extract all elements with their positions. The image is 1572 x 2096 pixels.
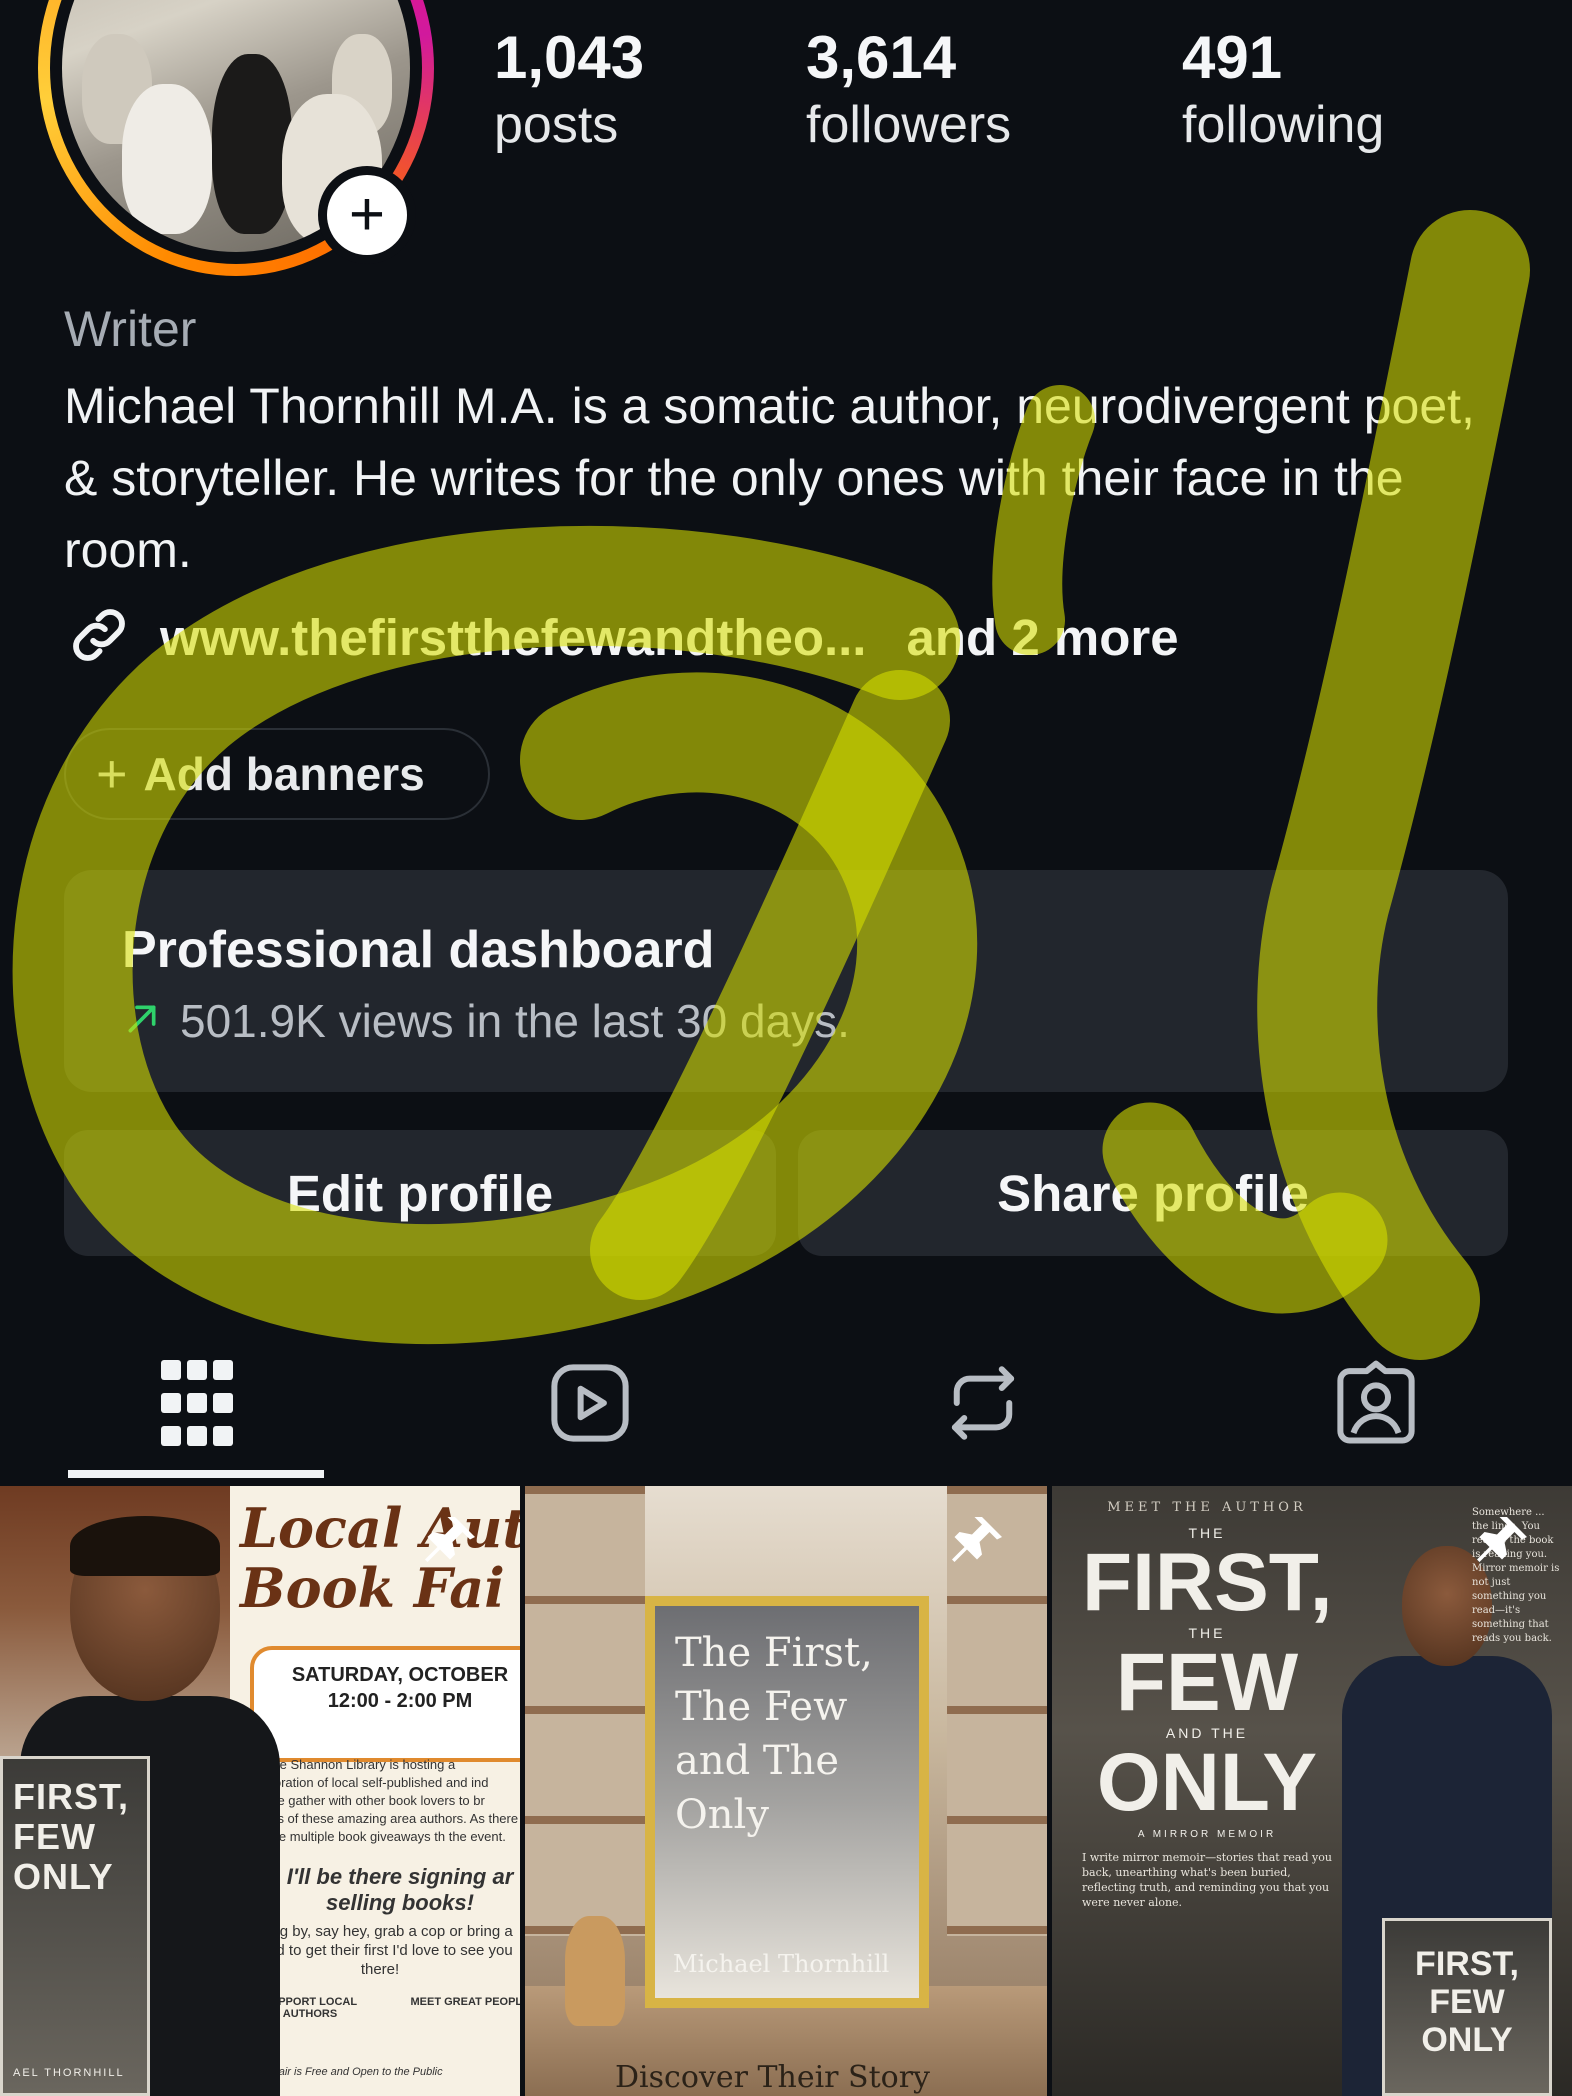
link-more[interactable]: and 2 more [906, 608, 1178, 667]
posts-value: 1,043 [494, 24, 645, 91]
link-icon [64, 600, 134, 675]
poster-only: ONLY [1096, 1737, 1318, 1828]
plus-icon: + [96, 744, 128, 804]
add-banners-button[interactable]: + Add banners [64, 728, 490, 820]
pin-icon [420, 1512, 480, 1577]
pin-icon [1472, 1512, 1532, 1577]
dashboard-title: Professional dashboard [122, 921, 715, 979]
repost-icon [938, 1358, 1028, 1453]
plus-icon: + [327, 175, 407, 255]
poster-first: FIRST, [1082, 1537, 1333, 1628]
grid-icon [159, 1358, 235, 1453]
dashboard-subtitle: 501.9K views in the last 30 days. [180, 995, 850, 1047]
tagged-icon [1331, 1358, 1421, 1453]
followers-count[interactable]: 3,614 followers [806, 22, 1011, 156]
book-poster: MEET THE AUTHOR THE FIRST, THE FEW AND T… [1082, 1500, 1333, 2096]
trend-up-icon [122, 999, 162, 1044]
tab-tagged[interactable] [1179, 1330, 1572, 1480]
posts-grid: Local Auth Book Fai SATURDAY, OCTOBER 12… [0, 1486, 1572, 2096]
tab-reels[interactable] [393, 1330, 786, 1480]
share-profile-button[interactable]: Share profile [798, 1130, 1508, 1256]
followers-value: 3,614 [806, 24, 957, 91]
book-cover-author: AEL THORNHILL [13, 2067, 125, 2079]
flyer-sign: Swing by, say hey, grab a cop or bring a… [247, 1923, 513, 1978]
reels-icon [545, 1358, 635, 1453]
edit-profile-button[interactable]: Edit profile [64, 1130, 776, 1256]
profile-category: Writer [64, 301, 197, 357]
flyer-cta: I'll be there signing ar selling books! [286, 1864, 514, 1915]
grid-post-3[interactable]: MEET THE AUTHOR THE FIRST, THE FEW AND T… [1052, 1486, 1572, 2096]
pin-icon [947, 1512, 1007, 1577]
following-label: following [1182, 96, 1385, 154]
book-cover-title: FIRST, FEW ONLY [13, 1776, 130, 1897]
profile-link[interactable]: www.thefirstthefewandtheo... and 2 more [64, 602, 1179, 672]
book-cover-title: FIRST, FEW ONLY [1415, 1945, 1519, 2059]
flyer-date-line2: 12:00 - 2:00 PM [327, 1690, 473, 1712]
poster-few: FEW [1115, 1637, 1299, 1728]
flyer-body: Castle Shannon Library is hosting a cele… [250, 1757, 519, 1844]
professional-dashboard[interactable]: Professional dashboard 501.9K views in t… [64, 870, 1508, 1092]
followers-label: followers [806, 96, 1012, 154]
following-count[interactable]: 491 following [1182, 22, 1384, 156]
poster-meet-author: MEET THE AUTHOR [1107, 1500, 1307, 1515]
posts-count[interactable]: 1,043 posts [494, 22, 644, 156]
poster-memoir: A MIRROR MEMOIR [1137, 1829, 1277, 1840]
profile-tabs [0, 1330, 1572, 1480]
toy-llama [565, 1916, 625, 2026]
poster-description: I write mirror memoir—stories that read … [1082, 1851, 1332, 1909]
profile-bio: Michael Thornhill M.A. is a somatic auth… [64, 378, 1475, 578]
book-cover: FIRST, FEW ONLY [1382, 1918, 1552, 2096]
book-cover-author: Michael Thornhill [673, 1950, 890, 1978]
add-banners-label: Add banners [143, 748, 425, 800]
tab-posts-grid[interactable] [0, 1330, 393, 1480]
selected-tab-indicator [68, 1470, 324, 1478]
grid-post-2[interactable]: The First, The Few and The Only Michael … [525, 1486, 1047, 2096]
add-story-button[interactable]: + [318, 166, 416, 264]
book-cover-title: The First, The Few and The Only [675, 1630, 873, 1838]
book-cover: FIRST, FEW ONLY AEL THORNHILL [0, 1756, 150, 2096]
book-cover: The First, The Few and The Only Michael … [645, 1596, 929, 2008]
grid-post-1[interactable]: Local Auth Book Fai SATURDAY, OCTOBER 12… [0, 1486, 520, 2096]
post-caption-text: Discover Their Story [615, 2060, 930, 2095]
flyer-icon-meet: MEET GREAT PEOPLE [410, 1996, 521, 2008]
tab-reposts[interactable] [786, 1330, 1179, 1480]
flyer-icons: SUPPORT LOCAL AUTHORS MEET GREAT PEOPLE [250, 1996, 520, 2020]
link-url[interactable]: www.thefirstthefewandtheo... [160, 608, 866, 667]
following-value: 491 [1182, 24, 1283, 91]
flyer-date: SATURDAY, OCTOBER 12:00 - 2:00 PM [250, 1646, 520, 1762]
posts-label: posts [494, 96, 619, 154]
flyer-date-line1: SATURDAY, OCTOBER [291, 1664, 509, 1686]
